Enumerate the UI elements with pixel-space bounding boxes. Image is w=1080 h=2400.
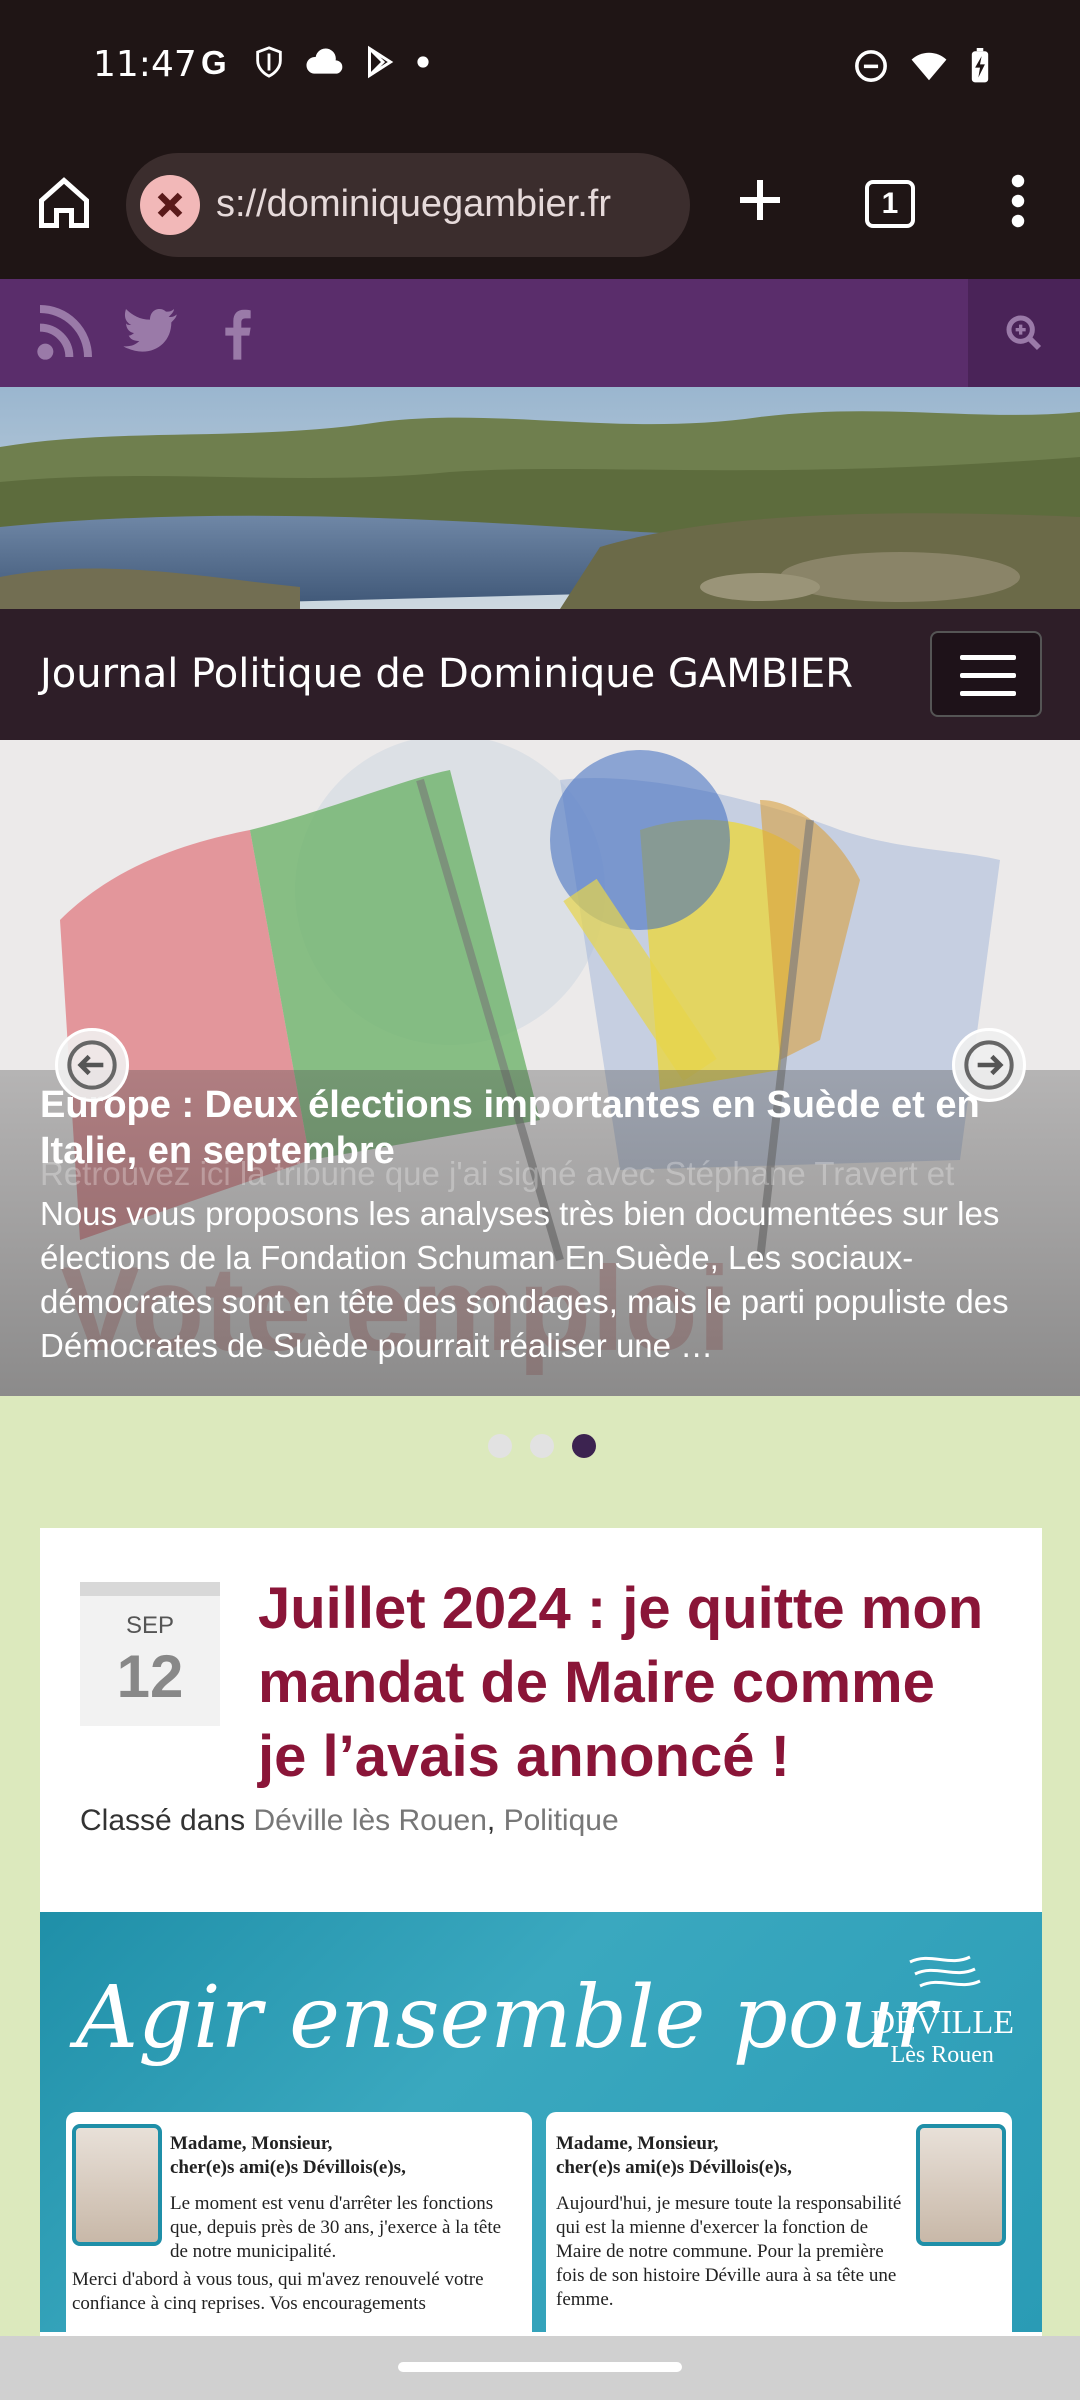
slider-next-button[interactable] (952, 1028, 1026, 1102)
status-notification-icons: G (198, 44, 430, 80)
more-menu-icon[interactable] (1000, 171, 1036, 231)
zoom-search-icon (1006, 315, 1042, 351)
category-link-politique[interactable]: Politique (504, 1804, 619, 1837)
dot-icon (417, 56, 429, 68)
post-date-month: SEP (125, 1612, 175, 1639)
shield-icon (256, 46, 282, 78)
new-mayor-photo (916, 2124, 1006, 2246)
search-button[interactable] (968, 279, 1080, 387)
hamburger-line (960, 655, 1016, 660)
letter-left-body2: Merci d'abord à vous tous, qui m'avez re… (72, 2269, 484, 2314)
image-letter-left: Madame, Monsieur, cher(e)s ami(e)s Dévil… (66, 2112, 532, 2332)
twitter-icon[interactable] (118, 301, 182, 365)
image-brand-sub: Lès Rouen (890, 2042, 994, 2068)
letter-right-salutation: Madame, Monsieur, (556, 2133, 719, 2154)
letter-left-body: Le moment est venu d'arrêter les fonctio… (170, 2193, 502, 2262)
mayor-photo (72, 2124, 162, 2246)
post-title[interactable]: Juillet 2024 : je quitte mon mandat de M… (258, 1572, 998, 1794)
home-icon[interactable] (34, 173, 94, 233)
post-card: SEP 12 Juillet 2024 : je quitte mon mand… (40, 1528, 1042, 2400)
category-link-deville[interactable]: Déville lès Rouen (253, 1804, 486, 1837)
post-date-day: 12 (116, 1643, 184, 1710)
play-store-icon (368, 45, 394, 79)
arrow-left-icon (67, 1040, 117, 1090)
post-featured-image[interactable]: Agir ensemble pour DÉVILLE Lès Rouen Mad… (40, 1912, 1042, 2332)
new-tab-icon[interactable] (730, 170, 790, 230)
svg-text:G: G (201, 44, 227, 80)
letter-right-body: Aujourd'hui, je mesure toute la responsa… (556, 2193, 902, 2310)
post-date-badge: SEP 12 (80, 1582, 220, 1726)
slider-dot[interactable] (488, 1434, 512, 1458)
facebook-icon[interactable] (204, 301, 268, 365)
status-system-icons (854, 48, 990, 84)
slide-excerpt: Nous vous proposons les analyses très bi… (40, 1195, 1009, 1364)
letter-left-salutation: Madame, Monsieur, (170, 2133, 333, 2154)
slider-dot-active[interactable] (572, 1434, 596, 1458)
image-letter-right: Madame, Monsieur, cher(e)s ami(e)s Dévil… (546, 2112, 1012, 2332)
slider-prev-button[interactable] (55, 1028, 129, 1102)
slide-title[interactable]: Europe : Deux élections importantes en S… (40, 1082, 1040, 1174)
header-landscape-image (0, 387, 1080, 609)
featured-slider: Vote emploi Europe : Deux élections impo… (0, 740, 1080, 1396)
google-icon: G (201, 44, 227, 80)
slider-pagination (488, 1434, 596, 1458)
hamburger-line (960, 691, 1016, 696)
arrow-right-icon (964, 1040, 1014, 1090)
url-bar[interactable]: s://dominiquegambier.fr (126, 153, 690, 257)
letter-right-salutation2: cher(e)s ami(e)s Dévillois(e)s, (556, 2157, 792, 2178)
image-brand: DÉVILLE Lès Rouen (870, 2004, 1014, 2069)
slider-dot[interactable] (530, 1434, 554, 1458)
menu-toggle-button[interactable] (930, 631, 1042, 717)
category-label: Classé dans (80, 1804, 246, 1837)
battery-icon (971, 48, 989, 83)
cloud-icon (306, 48, 343, 74)
status-time: 11:47 (93, 44, 197, 85)
post-categories: Classé dans Déville lès Rouen, Politique (80, 1804, 619, 1837)
site-header: Journal Politique de Dominique GAMBIER (0, 609, 1080, 740)
gesture-handle[interactable] (398, 2362, 682, 2372)
image-brand-name: DÉVILLE (870, 2004, 1014, 2041)
wifi-icon (911, 52, 947, 81)
url-text[interactable]: s://dominiquegambier.fr (216, 183, 676, 226)
rss-icon[interactable] (32, 301, 96, 365)
site-not-secure-icon[interactable] (140, 175, 200, 235)
social-bar (0, 279, 1080, 387)
status-bar: 11:47 G (0, 0, 1080, 135)
do-not-disturb-icon (855, 50, 887, 82)
letter-left-salutation2: cher(e)s ami(e)s Dévillois(e)s, (170, 2157, 406, 2178)
image-headline: Agir ensemble pour (76, 1968, 937, 2068)
browser-toolbar: s://dominiquegambier.fr 1 (0, 135, 1080, 279)
site-title[interactable]: Journal Politique de Dominique GAMBIER (40, 651, 853, 697)
hamburger-line (960, 673, 1016, 678)
tab-switcher-button[interactable]: 1 (865, 180, 915, 228)
